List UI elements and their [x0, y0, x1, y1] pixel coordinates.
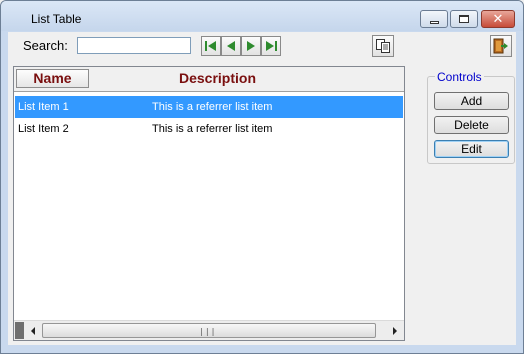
- minimize-button[interactable]: [420, 10, 448, 28]
- first-record-button[interactable]: [201, 36, 221, 56]
- scrollbar-grip: [15, 322, 24, 339]
- copy-icon: [376, 39, 390, 53]
- list-table-window: List Table ✕ Search: Name Description Li…: [0, 0, 524, 354]
- maximize-button[interactable]: [450, 10, 478, 28]
- list-table[interactable]: Name Description List Item 1 This is a r…: [13, 66, 405, 341]
- title-bar[interactable]: List Table ✕: [1, 1, 523, 31]
- column-header-name[interactable]: Name: [16, 69, 89, 88]
- add-button[interactable]: Add: [434, 92, 509, 110]
- row-name-cell: List Item 2: [18, 123, 69, 135]
- scroll-left-button[interactable]: [26, 324, 40, 338]
- row-name-cell: List Item 1: [18, 101, 69, 113]
- previous-record-button[interactable]: [221, 36, 241, 56]
- last-record-icon: [266, 41, 277, 51]
- scroll-right-arrow-icon: [393, 327, 397, 335]
- search-label: Search:: [23, 38, 68, 53]
- window-title: List Table: [31, 12, 82, 26]
- exit-button[interactable]: [490, 35, 512, 57]
- client-area: Search: Name Description List Item 1 Thi…: [8, 32, 516, 345]
- table-row[interactable]: List Item 1 This is a referrer list item: [15, 96, 403, 118]
- edit-button[interactable]: Edit: [434, 140, 509, 158]
- close-icon: ✕: [492, 11, 504, 27]
- close-button[interactable]: ✕: [481, 10, 515, 28]
- row-description-cell: This is a referrer list item: [152, 123, 273, 135]
- next-record-icon: [247, 41, 255, 51]
- copy-button[interactable]: [372, 35, 394, 57]
- horizontal-scrollbar[interactable]: |||: [14, 320, 404, 340]
- thumb-grip-icon: |||: [199, 327, 217, 336]
- previous-record-icon: [227, 41, 235, 51]
- scroll-right-button[interactable]: [388, 324, 402, 338]
- search-input[interactable]: [77, 37, 191, 54]
- first-record-icon: [205, 41, 216, 51]
- controls-legend: Controls: [435, 70, 484, 84]
- list-header: Name Description: [14, 67, 404, 92]
- last-record-button[interactable]: [261, 36, 281, 56]
- delete-button[interactable]: Delete: [434, 116, 509, 134]
- column-header-description[interactable]: Description: [179, 70, 256, 86]
- next-record-button[interactable]: [241, 36, 261, 56]
- minimize-icon: [429, 20, 439, 24]
- table-row[interactable]: List Item 2 This is a referrer list item: [15, 118, 403, 140]
- scrollbar-thumb[interactable]: |||: [42, 323, 376, 338]
- maximize-icon: [459, 15, 469, 23]
- row-description-cell: This is a referrer list item: [152, 101, 273, 113]
- scroll-left-arrow-icon: [31, 327, 35, 335]
- exit-icon: [493, 38, 508, 54]
